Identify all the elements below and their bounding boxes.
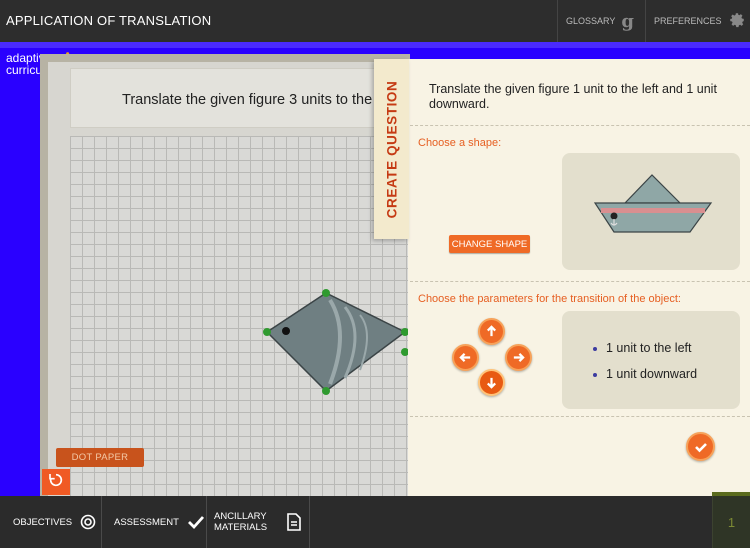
bottom-bar: OBJECTIVES ASSESSMENT ANCILLARY MATERIAL… <box>0 496 750 548</box>
glossary-g-icon: g <box>621 10 634 32</box>
arrow-up-button[interactable] <box>478 318 505 345</box>
glossary-button[interactable]: GLOSSARY g <box>557 0 645 42</box>
app-window: APPLICATION OF TRANSLATION GLOSSARY g PR… <box>0 0 750 548</box>
ancillary-label: ANCILLARY MATERIALS <box>214 511 268 533</box>
arrow-left-icon <box>459 352 471 363</box>
choose-params-label: Choose the parameters for the transition… <box>418 293 681 305</box>
top-bar: APPLICATION OF TRANSLATION GLOSSARY g PR… <box>0 0 750 42</box>
reset-button[interactable] <box>42 469 70 495</box>
divider <box>410 125 750 126</box>
preferences-label: PREFERENCES <box>654 16 722 26</box>
check-icon <box>187 516 204 530</box>
page-title: APPLICATION OF TRANSLATION <box>6 13 212 28</box>
arrow-up-icon <box>486 325 497 337</box>
param-item: 1 unit to the left <box>592 341 692 355</box>
preferences-button[interactable]: PREFERENCES <box>645 0 750 42</box>
board-prompt: Translate the given figure 3 units to th… <box>122 92 373 108</box>
confirm-button[interactable] <box>686 432 715 461</box>
question-text: Translate the given figure 1 unit to the… <box>429 82 717 111</box>
arrow-down-button[interactable] <box>478 369 505 396</box>
reset-icon <box>48 472 64 493</box>
change-shape-button[interactable]: CHANGE SHAPE <box>449 235 530 253</box>
target-icon <box>80 514 96 530</box>
arrow-right-icon <box>513 352 525 363</box>
params-card <box>562 311 740 409</box>
assessment-label: ASSESSMENT <box>114 516 179 528</box>
arrow-down-icon <box>486 377 497 389</box>
objectives-button[interactable]: OBJECTIVES <box>0 496 102 548</box>
gear-icon <box>728 11 746 31</box>
ancillary-materials-button[interactable]: ANCILLARY MATERIALS <box>207 496 310 548</box>
objectives-label: OBJECTIVES <box>13 516 73 528</box>
assessment-button[interactable]: ASSESSMENT <box>102 496 207 548</box>
arrow-left-button[interactable] <box>452 344 479 371</box>
glossary-label: GLOSSARY <box>566 16 616 26</box>
divider <box>410 416 750 417</box>
dot-paper-button[interactable]: DOT PAPER <box>56 448 144 467</box>
grid-paper[interactable] <box>70 136 410 496</box>
document-icon <box>287 513 301 531</box>
shape-preview-card <box>562 153 740 270</box>
frame-strip <box>0 42 750 48</box>
create-question-tab-label: CREATE QUESTION <box>384 80 400 218</box>
choose-shape-label: Choose a shape: <box>418 137 502 149</box>
divider <box>410 281 750 282</box>
page-number[interactable]: 1 <box>712 496 750 548</box>
check-icon <box>694 442 707 452</box>
param-item: 1 unit downward <box>592 367 698 381</box>
arrow-right-button[interactable] <box>505 344 532 371</box>
